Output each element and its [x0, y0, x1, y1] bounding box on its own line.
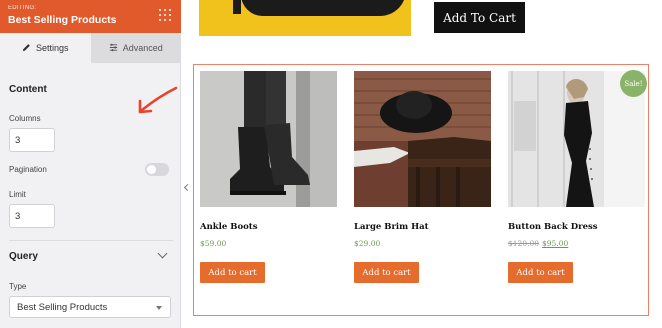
product-name[interactable]: Large Brim Hat: [354, 222, 429, 232]
product-sale-price: $95.00: [542, 239, 569, 248]
tab-settings[interactable]: Settings: [0, 33, 91, 63]
shoe-shape: [241, 0, 406, 16]
limit-label: Limit: [9, 190, 26, 199]
shoe-heel-shape: [233, 0, 241, 14]
product-name[interactable]: Button Back Dress: [508, 222, 598, 232]
product-price: $120.00 $95.00: [508, 239, 568, 248]
panel-tabs: Settings Advanced: [0, 33, 181, 63]
type-select-value: Best Selling Products: [17, 302, 108, 313]
page-root: EDITING: Best Selling Products Settings …: [0, 0, 662, 328]
product-price: $59.00: [200, 239, 227, 248]
pagination-label: Pagination: [9, 165, 47, 174]
content-section-title: Content: [9, 84, 47, 95]
query-section-title[interactable]: Query: [9, 251, 38, 262]
section-divider: [9, 240, 173, 241]
pencil-icon: [22, 43, 31, 54]
sliders-icon: [109, 43, 118, 54]
settings-panel: EDITING: Best Selling Products Settings …: [0, 0, 181, 328]
columns-input[interactable]: 3: [9, 128, 55, 152]
panel-title: Best Selling Products: [8, 14, 117, 26]
columns-label: Columns: [9, 114, 41, 123]
tab-advanced[interactable]: Advanced: [90, 33, 181, 63]
product-price: $29.00: [354, 239, 381, 248]
caret-down-icon: [156, 306, 162, 310]
add-to-cart-button[interactable]: Add to cart: [200, 262, 265, 283]
type-label: Type: [9, 282, 27, 291]
tab-settings-label: Settings: [35, 43, 69, 53]
drag-grid-icon[interactable]: [159, 9, 173, 23]
product-name[interactable]: Ankle Boots: [200, 222, 258, 232]
chevron-down-icon[interactable]: [157, 248, 168, 259]
sale-badge: Sale!: [620, 70, 647, 97]
product-image-large-brim-hat[interactable]: [354, 71, 491, 207]
annotation-arrow-icon: [138, 86, 178, 114]
pagination-toggle[interactable]: [145, 163, 169, 176]
limit-input[interactable]: 3: [9, 204, 55, 228]
product-old-price: $120.00: [508, 239, 540, 248]
top-add-to-cart-button[interactable]: Add To Cart: [434, 2, 525, 33]
panel-collapse-handle[interactable]: [181, 178, 191, 196]
product-image-ankle-boots[interactable]: [200, 71, 337, 207]
editing-label: EDITING:: [8, 5, 37, 11]
chevron-left-icon: [183, 183, 191, 191]
add-to-cart-button[interactable]: Add to cart: [354, 262, 419, 283]
type-select[interactable]: Best Selling Products: [9, 296, 171, 318]
tab-advanced-label: Advanced: [122, 43, 163, 53]
panel-header: EDITING: Best Selling Products: [0, 0, 181, 33]
top-product-image[interactable]: [199, 0, 411, 36]
add-to-cart-button[interactable]: Add to cart: [508, 262, 573, 283]
